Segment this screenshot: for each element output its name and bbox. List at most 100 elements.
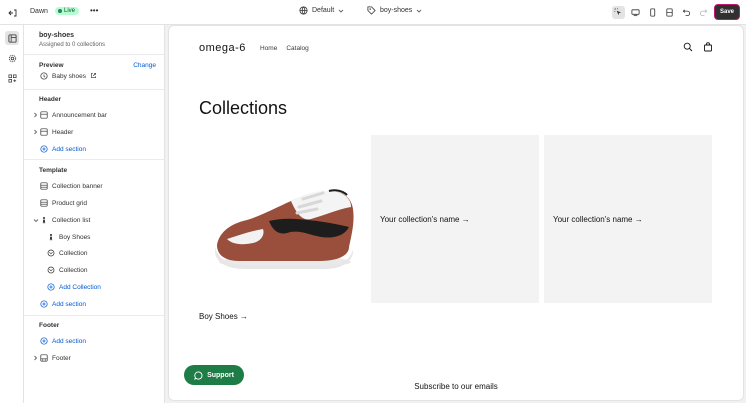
divider bbox=[24, 54, 165, 55]
chevron-right-icon[interactable] bbox=[32, 129, 39, 135]
add-section-label: Add section bbox=[52, 145, 86, 153]
block-item-label: Collection bbox=[59, 249, 88, 257]
sections-tab-button[interactable] bbox=[5, 31, 19, 45]
add-section-button-header[interactable]: Add section bbox=[24, 142, 165, 156]
block-item-boy-shoes[interactable]: Boy Shoes bbox=[24, 230, 165, 244]
sections-icon bbox=[7, 33, 17, 43]
section-item-label: Product grid bbox=[52, 199, 88, 207]
section-layout-icon bbox=[39, 127, 49, 137]
header-group-heading: Header bbox=[39, 96, 62, 103]
collection-card-caption[interactable]: Boy Shoes → bbox=[199, 312, 248, 321]
chevron-down-icon[interactable] bbox=[32, 218, 39, 223]
preview-item[interactable]: Baby shoes bbox=[24, 69, 165, 83]
divider bbox=[24, 315, 165, 316]
person-icon bbox=[46, 232, 56, 242]
collection-card-placeholder[interactable]: Your collection's name → bbox=[371, 135, 539, 303]
collection-card-image[interactable] bbox=[199, 135, 367, 303]
section-layout-icon bbox=[39, 353, 49, 363]
editor-icon-rail bbox=[0, 25, 24, 403]
plus-circle-icon bbox=[39, 144, 49, 154]
editor-topbar: Dawn Live ••• Default boy-shoes Save bbox=[0, 0, 746, 25]
section-item-label: Header bbox=[52, 128, 74, 136]
undo-button[interactable] bbox=[680, 6, 693, 19]
support-label: Support bbox=[207, 371, 234, 379]
live-badge: Live bbox=[55, 7, 80, 15]
page-select[interactable]: boy-shoes bbox=[367, 6, 422, 15]
theme-name[interactable]: Dawn bbox=[30, 8, 48, 15]
sections-sidebar: boy-shoes Assigned to 0 collections Prev… bbox=[24, 25, 165, 403]
desktop-view-button[interactable] bbox=[629, 6, 642, 19]
save-button[interactable]: Save bbox=[713, 4, 740, 20]
add-collection-button[interactable]: Add Collection bbox=[24, 280, 165, 294]
section-layout-icon bbox=[39, 181, 49, 191]
globe-icon bbox=[299, 6, 308, 15]
topbar-actions: Save bbox=[611, 4, 740, 20]
store-header-icons bbox=[683, 42, 713, 52]
preview-heading: Preview bbox=[39, 62, 64, 69]
page-assignment-status: Assigned to 0 collections bbox=[39, 42, 106, 48]
external-link-icon[interactable] bbox=[90, 72, 97, 81]
collection-card-placeholder[interactable]: Your collection's name → bbox=[544, 135, 712, 303]
page-select-label: boy-shoes bbox=[380, 7, 413, 14]
chevron-down-icon bbox=[338, 9, 344, 13]
template-group-heading: Template bbox=[39, 167, 68, 174]
block-item-collection[interactable]: Collection bbox=[24, 263, 165, 277]
store-nav: Home Catalog bbox=[260, 45, 309, 52]
apps-tab-button[interactable] bbox=[5, 71, 19, 85]
section-item-header[interactable]: Header bbox=[24, 125, 165, 139]
exit-icon[interactable] bbox=[6, 6, 19, 19]
chevron-right-icon[interactable] bbox=[32, 355, 39, 361]
baby-shoe-image bbox=[215, 189, 354, 269]
nav-link-catalog[interactable]: Catalog bbox=[286, 45, 308, 52]
add-section-label: Add section bbox=[52, 300, 86, 308]
theme-settings-tab-button[interactable] bbox=[5, 51, 19, 65]
chat-bubble-icon bbox=[194, 370, 203, 380]
collection-icon bbox=[39, 71, 49, 81]
person-icon bbox=[39, 215, 49, 225]
desktop-icon bbox=[631, 8, 640, 16]
change-preview-link[interactable]: Change bbox=[133, 62, 156, 69]
section-item-label: Announcement bar bbox=[52, 111, 107, 119]
more-actions-button[interactable]: ••• bbox=[90, 6, 98, 15]
footer-group-heading: Footer bbox=[39, 322, 60, 329]
store-logo[interactable]: omega-6 bbox=[199, 42, 246, 54]
collections-heading: Collections bbox=[199, 98, 288, 118]
cursor-select-icon bbox=[614, 8, 622, 15]
divider bbox=[24, 159, 165, 160]
chevron-down-icon bbox=[416, 9, 422, 13]
newsletter-heading: Subscribe to our emails bbox=[414, 382, 498, 391]
collection-icon bbox=[46, 265, 56, 275]
redo-button[interactable] bbox=[697, 6, 710, 19]
plus-circle-icon bbox=[46, 282, 56, 292]
inspector-toggle-button[interactable] bbox=[611, 5, 625, 19]
storefront-preview[interactable]: omega-6 Home Catalog Collections Your co… bbox=[169, 26, 743, 400]
search-icon[interactable] bbox=[683, 42, 693, 52]
preview-item-label: Baby shoes bbox=[52, 72, 86, 80]
section-item-announcement-bar[interactable]: Announcement bar bbox=[24, 108, 165, 122]
section-item-label: Collection list bbox=[52, 216, 91, 224]
page-title: boy-shoes bbox=[39, 32, 75, 39]
nav-link-home[interactable]: Home bbox=[260, 45, 277, 52]
chevron-right-icon[interactable] bbox=[32, 112, 39, 118]
cart-bag-icon[interactable] bbox=[703, 42, 713, 52]
section-item-product-grid[interactable]: Product grid bbox=[24, 196, 165, 210]
fullscreen-button[interactable] bbox=[663, 6, 676, 19]
add-section-button-template[interactable]: Add section bbox=[24, 297, 165, 311]
block-item-collection[interactable]: Collection bbox=[24, 246, 165, 260]
template-select[interactable]: Default bbox=[299, 6, 344, 15]
add-section-button-footer[interactable]: Add section bbox=[24, 334, 165, 348]
section-item-label: Footer bbox=[52, 354, 71, 362]
divider bbox=[24, 89, 165, 90]
apps-icon bbox=[8, 74, 16, 82]
plus-circle-icon bbox=[39, 299, 49, 309]
mobile-view-button[interactable] bbox=[646, 6, 659, 19]
section-item-collection-banner[interactable]: Collection banner bbox=[24, 179, 165, 193]
section-item-collection-list[interactable]: Collection list bbox=[24, 213, 165, 227]
section-item-label: Collection banner bbox=[52, 182, 103, 190]
live-badge-label: Live bbox=[64, 8, 76, 14]
gear-icon bbox=[8, 54, 16, 62]
block-item-label: Boy Shoes bbox=[59, 233, 91, 241]
undo-icon bbox=[682, 9, 691, 16]
template-select-label: Default bbox=[312, 7, 335, 14]
section-item-footer[interactable]: Footer bbox=[24, 351, 165, 365]
